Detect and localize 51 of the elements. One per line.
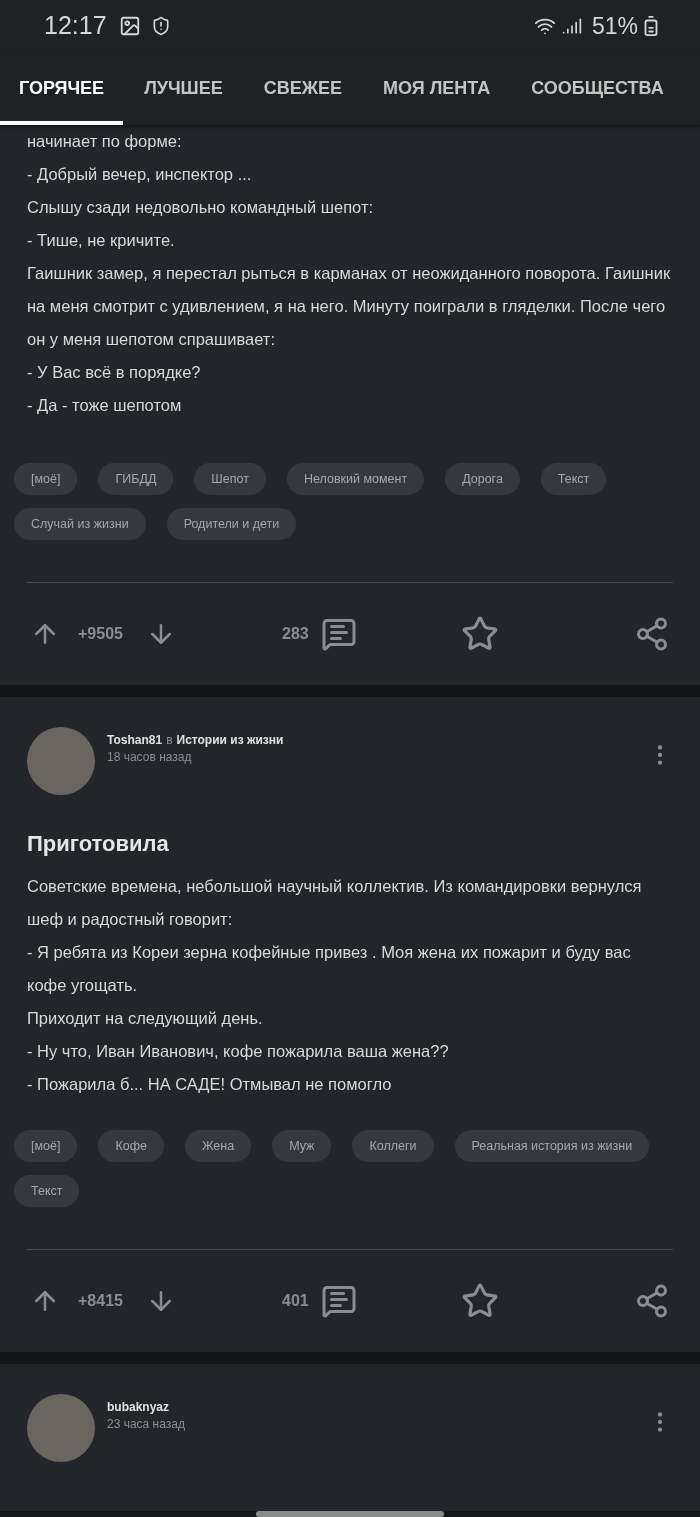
tag-chip[interactable]: Неловкий момент [286, 463, 425, 495]
feed-tab[interactable]: СООБЩЕСТВА [512, 52, 683, 125]
body-paragraph: - У Вас всё в порядке? [27, 362, 202, 383]
author-name[interactable]: bubaknyaz [107, 1399, 169, 1415]
feed-tab[interactable]: СВЕЖЕЕ [244, 52, 361, 125]
body-paragraph: - Я ребята из Кореи зерна кофейные привез . Моя жена их пожарит и буду вас кофе угощать. [27, 942, 632, 996]
rating-count: +9505 [78, 624, 124, 644]
body-paragraph: - Тише, не кричите. [27, 230, 176, 251]
tag-chip[interactable]: Случай из жизни [14, 508, 146, 540]
comment-count: 283 [282, 624, 309, 644]
body-paragraph: начинает по форме: [27, 131, 183, 152]
tag-chip[interactable]: Родители и дети [166, 508, 297, 540]
author-name[interactable]: Toshan81 [107, 732, 163, 748]
preposition-text: в [166, 732, 173, 748]
comment-count: 401 [282, 1291, 309, 1311]
tag-chip[interactable]: Дорога [445, 463, 520, 495]
post-time: 23 часа назад [107, 1416, 186, 1433]
status-time: 12:17 [44, 10, 107, 42]
battery-percent: 51% [591, 11, 638, 41]
body-paragraph: - Ну что, Иван Иванович, кофе пожарила ваша жена?? [27, 1041, 450, 1062]
body-paragraph: - Да - тоже шепотом [27, 395, 183, 416]
star-icon[interactable] [460, 1282, 499, 1320]
comment-icon[interactable] [320, 1283, 357, 1319]
star-icon[interactable] [460, 615, 499, 653]
tag-chip[interactable]: Шепот [194, 463, 266, 495]
share-icon[interactable] [634, 616, 670, 652]
share-icon[interactable] [634, 1283, 670, 1319]
image-icon [118, 15, 141, 38]
post-time: 18 часов назад [107, 749, 193, 766]
tag-chip[interactable]: Текст [540, 463, 607, 495]
body-paragraph: Советские времена, небольшой научный коллектив. Из командировки вернулся шеф и радостный говорит: [27, 876, 643, 930]
tag-chip[interactable]: Муж [272, 1130, 332, 1162]
tag-chip[interactable]: Жена [184, 1130, 252, 1162]
body-paragraph: Приходит на следующий день. [27, 1008, 264, 1029]
body-paragraph: - Пожарила б... НА САДЕ! Отмывал не помогло [27, 1074, 393, 1095]
tag-chip[interactable]: Реальная история из жизни [454, 1130, 650, 1162]
rating-count: +8415 [78, 1291, 124, 1311]
body-paragraph: Слышу сзади недовольно командный шепот: [27, 197, 375, 218]
tag-chip[interactable]: Коллеги [352, 1130, 434, 1162]
tag-chip[interactable]: Текст [14, 1175, 80, 1207]
tag-chip[interactable]: ГИБДД [98, 463, 174, 495]
body-paragraph: Гаишник замер, я перестал рыться в карманах от неожиданного поворота. Гаишник на меня смотрит с удивлением, я на него. Минуту поиграли в гляделки. После чего он у меня шепотом спрашивает: [27, 263, 672, 350]
feed-tab[interactable]: МОЯ ЛЕНТА [364, 52, 510, 125]
feed-tab[interactable]: ЛУЧШЕЕ [125, 52, 242, 125]
tag-chip[interactable]: [моё] [14, 463, 78, 495]
body-paragraph: - Добрый вечер, инспектор ... [27, 164, 253, 185]
tag-chip[interactable]: Кофе [98, 1130, 164, 1162]
tag-chip[interactable]: [моё] [14, 1130, 78, 1162]
post-title[interactable]: Приготовила [0, 827, 700, 860]
community-link[interactable]: Истории из жизни [176, 732, 284, 748]
comment-icon[interactable] [320, 616, 357, 652]
